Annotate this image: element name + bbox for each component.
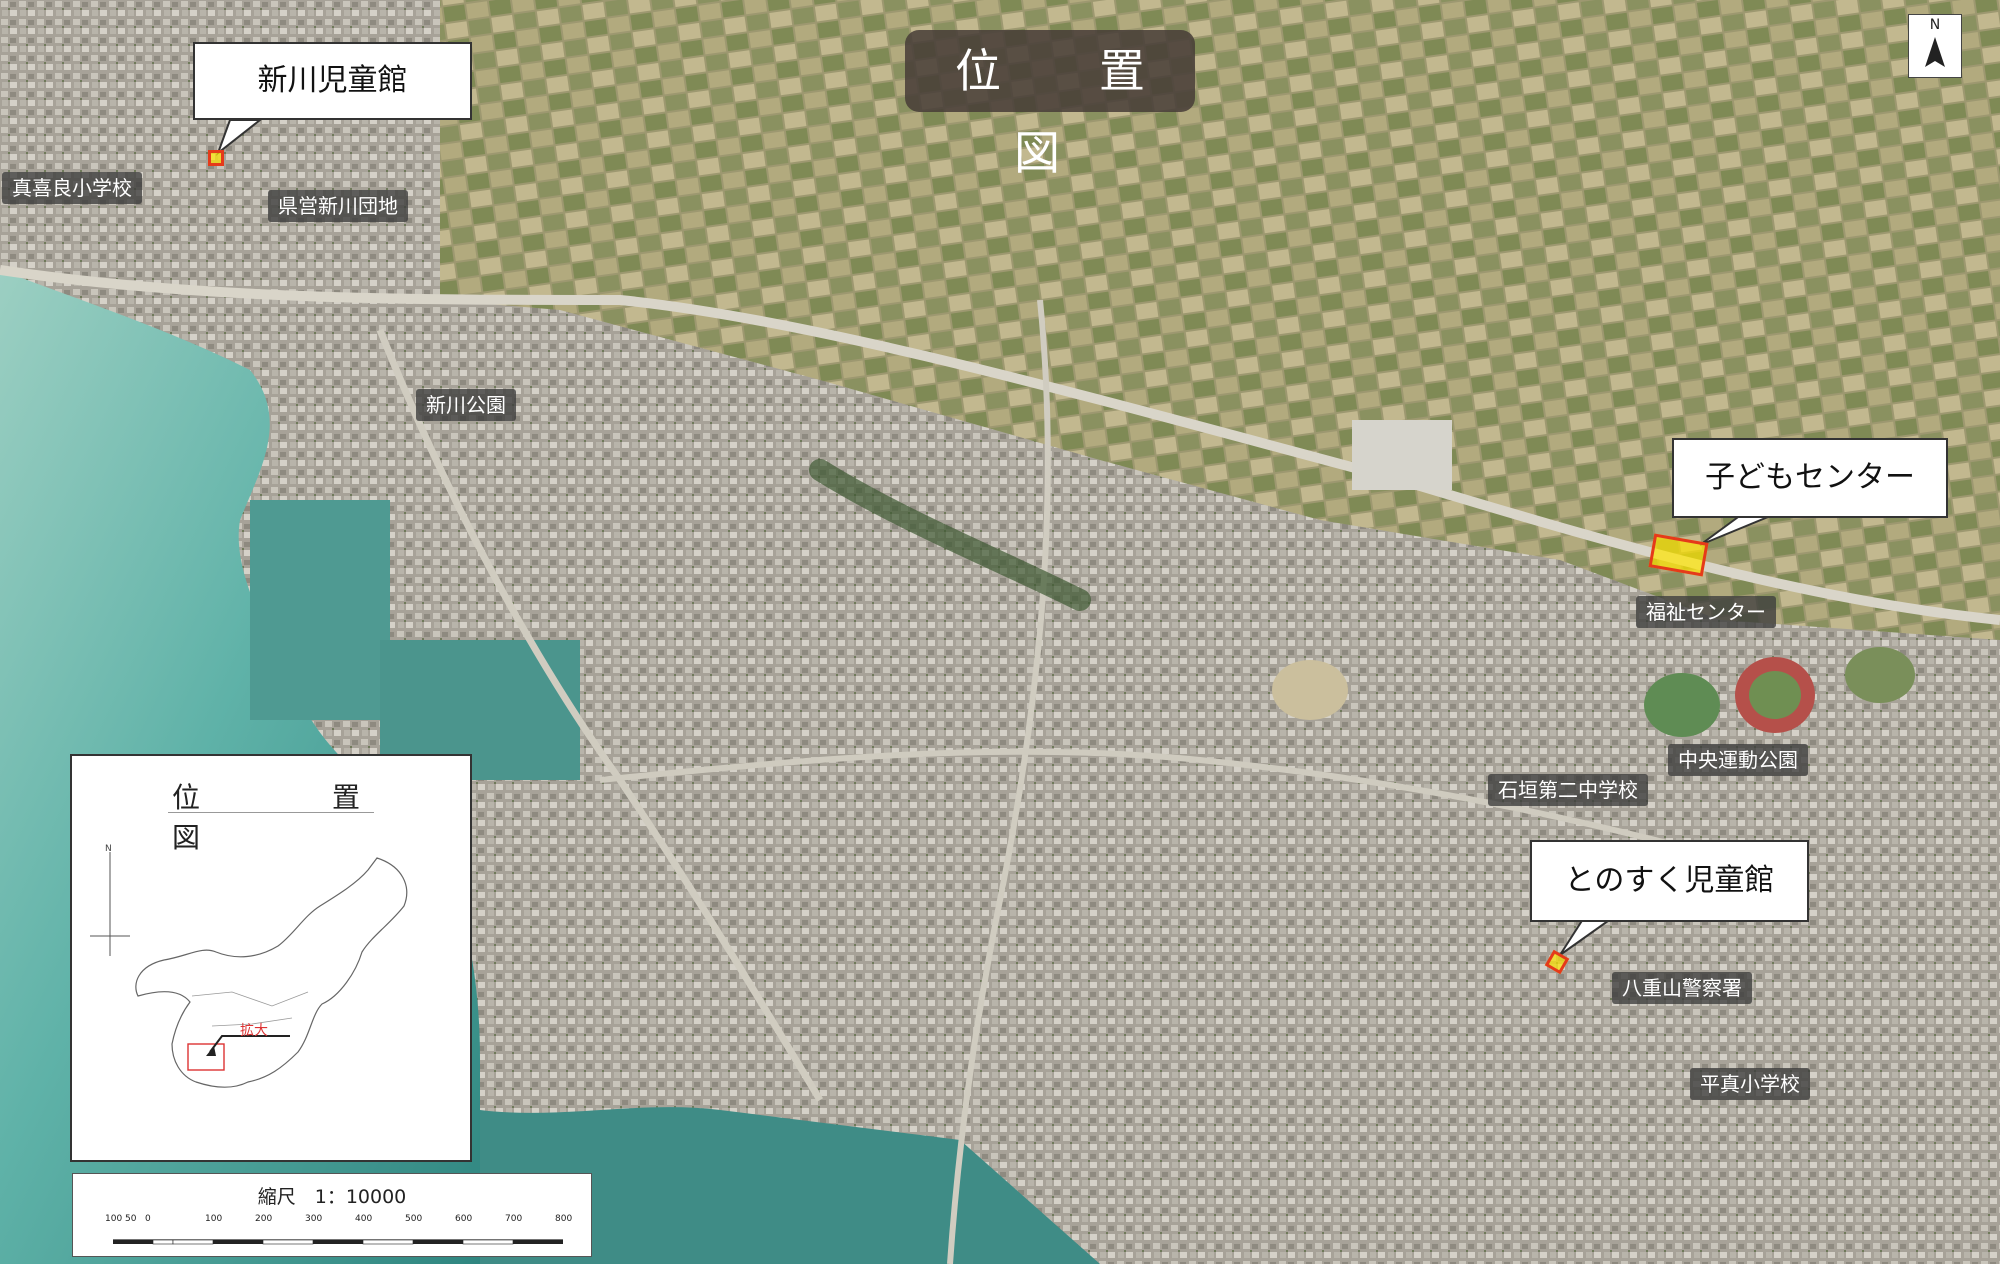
scale-tick-label: 50 — [125, 1214, 137, 1224]
inset-location-map: 位 置 図 N 拡大 — [70, 754, 472, 1162]
callout-tonosuku-jidokan: とのすく児童館 — [1530, 840, 1809, 922]
map-title: 位 置 図 — [905, 30, 1217, 180]
scale-tick-label: 700 — [505, 1214, 523, 1224]
callout-kodomo-center: 子どもセンター — [1672, 438, 1948, 518]
inset-highlight-label: 拡大 — [240, 1023, 268, 1039]
north-arrow-icon — [1925, 37, 1945, 67]
label-yaeyama-police: 八重山警察署 — [1612, 972, 1752, 1004]
scale-tick-label: 100 — [105, 1214, 123, 1224]
scale-tick-label: 500 — [405, 1214, 423, 1224]
label-makira-school: 真喜良小学校 — [2, 172, 142, 204]
scale-bar: 縮尺 1：10000 100 50 0 100 200 300 400 500 600 700 80… — [72, 1173, 592, 1257]
label-arakawa-park: 新川公園 — [416, 389, 516, 421]
scale-tick-label: 300 — [305, 1214, 323, 1224]
scale-tick-label: 0 — [145, 1214, 151, 1224]
inset-north-label: N — [105, 844, 112, 854]
scale-tick-label: 200 — [255, 1214, 273, 1224]
inset-island-outline — [90, 852, 408, 1088]
scale-tick-label: 400 — [355, 1214, 373, 1224]
scale-tick-label: 800 — [555, 1214, 573, 1224]
label-hirama-school: 平真小学校 — [1690, 1068, 1810, 1100]
aerial-map[interactable]: 位 置 図 N 新川児童館 子どもセンター とのすく児童館 真喜良小学校 県営新… — [0, 0, 2000, 1264]
scale-ticks: 100 50 0 100 200 300 400 500 600 700 800 — [73, 1214, 593, 1234]
label-ishigaki-2nd-jhs: 石垣第二中学校 — [1488, 774, 1648, 806]
scale-tick-label: 100 — [205, 1214, 223, 1224]
label-kenei-danchi: 県営新川団地 — [268, 190, 408, 222]
site-arakawa-jidokan[interactable] — [208, 150, 224, 166]
label-chuo-park: 中央運動公園 — [1668, 744, 1808, 776]
scale-tick-label: 600 — [455, 1214, 473, 1224]
label-fukushi-center: 福祉センター — [1636, 596, 1776, 628]
north-arrow: N — [1908, 14, 1962, 78]
callout-arakawa-jidokan: 新川児童館 — [193, 42, 472, 120]
